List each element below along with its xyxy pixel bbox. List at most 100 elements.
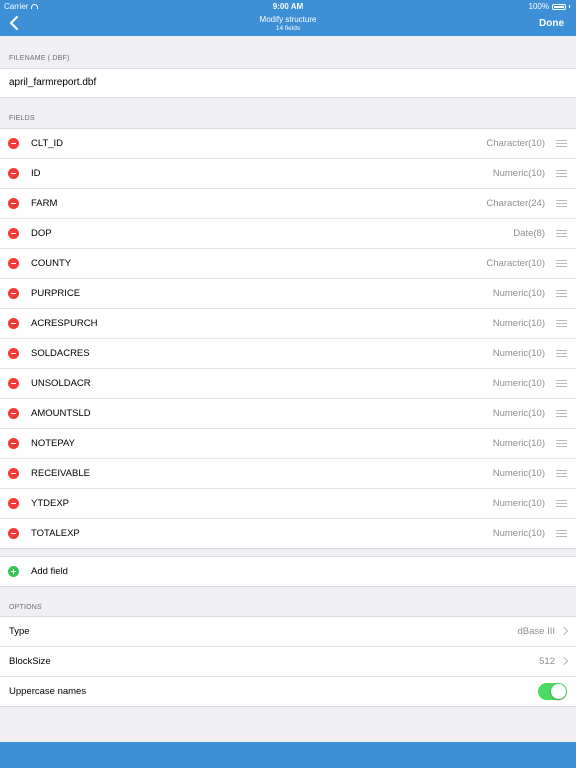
reorder-handle-icon[interactable] [556,410,567,417]
battery-indicator: 100% [529,2,570,11]
delete-field-icon[interactable] [8,408,19,419]
reorder-line [556,500,567,501]
reorder-handle-icon[interactable] [556,440,567,447]
field-row[interactable]: RECEIVABLE Numeric(10) [0,459,576,489]
reorder-line [556,353,567,354]
reorder-line [556,326,567,327]
reorder-line [556,350,567,351]
delete-field-icon[interactable] [8,378,19,389]
reorder-line [556,173,567,174]
option-blocksize-label: BlockSize [9,656,51,667]
reorder-handle-icon[interactable] [556,170,567,177]
reorder-line [556,383,567,384]
reorder-handle-icon[interactable] [556,350,567,357]
reorder-line [556,443,567,444]
field-row[interactable]: ID Numeric(10) [0,159,576,189]
field-row[interactable]: COUNTY Character(10) [0,249,576,279]
reorder-handle-icon[interactable] [556,470,567,477]
option-uppercase-label: Uppercase names [9,686,87,697]
field-type: Numeric(10) [492,348,545,359]
reorder-line [556,533,567,534]
delete-field-icon[interactable] [8,348,19,359]
reorder-line [556,416,567,417]
option-blocksize-row[interactable]: BlockSize 512 [0,647,576,677]
reorder-line [556,170,567,171]
field-type: Character(10) [486,258,545,269]
reorder-handle-icon[interactable] [556,500,567,507]
field-type: Numeric(10) [492,528,545,539]
field-row[interactable]: UNSOLDACR Numeric(10) [0,369,576,399]
delete-field-icon[interactable] [8,438,19,449]
field-name: DOP [31,228,52,239]
reorder-handle-icon[interactable] [556,260,567,267]
status-time: 9:00 AM [272,2,304,11]
delete-field-icon[interactable] [8,528,19,539]
field-row[interactable]: AMOUNTSLD Numeric(10) [0,399,576,429]
field-row[interactable]: SOLDACRES Numeric(10) [0,339,576,369]
delete-field-icon[interactable] [8,168,19,179]
fields-section-header: FIELDS [9,115,35,122]
filename-field[interactable]: april_farmreport.dbf [0,68,576,98]
field-row[interactable]: ACRESPURCH Numeric(10) [0,309,576,339]
battery-percent: 100% [528,2,549,11]
field-row[interactable]: DOP Date(8) [0,219,576,249]
reorder-line [556,146,567,147]
status-bar: Carrier 9:00 AM 100% [0,0,576,12]
add-field-label: Add field [31,566,68,577]
uppercase-toggle[interactable] [538,683,567,700]
reorder-handle-icon[interactable] [556,530,567,537]
field-name: CLT_ID [31,138,64,149]
delete-field-icon[interactable] [8,138,19,149]
field-type: Numeric(10) [492,168,545,179]
delete-field-icon[interactable] [8,318,19,329]
battery-icon [552,3,566,10]
fields-list: CLT_ID Character(10) ID Numeric(10) FARM Char… [0,128,576,549]
field-name: COUNTY [31,258,72,269]
delete-field-icon[interactable] [8,258,19,269]
field-name: AMOUNTSLD [31,408,91,419]
field-row[interactable]: CLT_ID Character(10) [0,129,576,159]
option-type-row[interactable]: Type dBase III [0,617,576,647]
bottom-toolbar [0,742,576,768]
reorder-handle-icon[interactable] [556,380,567,387]
filename-input[interactable]: april_farmreport.dbf [9,77,96,88]
reorder-line [556,413,567,414]
field-name: TOTALEXP [31,528,80,539]
reorder-line [556,176,567,177]
reorder-handle-icon[interactable] [556,140,567,147]
delete-field-icon[interactable] [8,288,19,299]
reorder-line [556,440,567,441]
reorder-handle-icon[interactable] [556,200,567,207]
reorder-line [556,230,567,231]
reorder-handle-icon[interactable] [556,290,567,297]
delete-field-icon[interactable] [8,228,19,239]
delete-field-icon[interactable] [8,198,19,209]
reorder-line [556,356,567,357]
field-row[interactable]: YTDEXP Numeric(10) [0,489,576,519]
reorder-line [556,530,567,531]
field-row[interactable]: FARM Character(24) [0,189,576,219]
field-row[interactable]: TOTALEXP Numeric(10) [0,519,576,548]
field-name: UNSOLDACR [31,378,91,389]
field-type: Numeric(10) [492,318,545,329]
page-subtitle: 14 fields [275,25,301,32]
reorder-line [556,473,567,474]
reorder-line [556,266,567,267]
add-icon [8,566,19,577]
field-type: Date(8) [513,228,545,239]
reorder-handle-icon[interactable] [556,230,567,237]
reorder-line [556,410,567,411]
field-row[interactable]: NOTEPAY Numeric(10) [0,429,576,459]
reorder-line [556,446,567,447]
delete-field-icon[interactable] [8,468,19,479]
reorder-handle-icon[interactable] [556,320,567,327]
reorder-line [556,143,567,144]
reorder-line [556,296,567,297]
field-row[interactable]: PURPRICE Numeric(10) [0,279,576,309]
add-field-button[interactable]: Add field [0,556,576,587]
reorder-line [556,470,567,471]
field-type: Numeric(10) [492,438,545,449]
delete-field-icon[interactable] [8,498,19,509]
toggle-knob [551,684,566,699]
done-button[interactable]: Done [539,18,564,29]
